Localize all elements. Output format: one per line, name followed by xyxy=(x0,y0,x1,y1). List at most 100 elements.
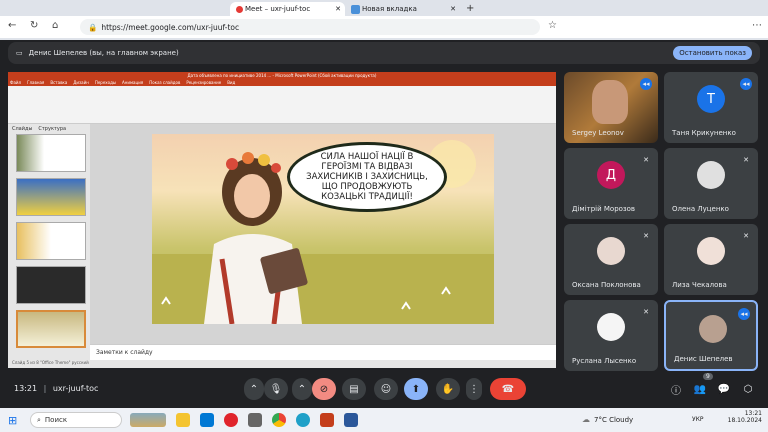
address-toolbar: ← ↻ ⌂ 🔒 https://meet.google.com/uxr-juuf… xyxy=(0,16,768,38)
avatar xyxy=(597,237,625,265)
mic-options-button[interactable]: ⌃ xyxy=(244,378,264,400)
mic-off-icon: ✕ xyxy=(643,156,649,164)
mic-button[interactable]: 🎙 xyxy=(264,378,288,400)
camera-options-button[interactable]: ⌃ xyxy=(292,378,312,400)
present-button[interactable]: ⬆ xyxy=(404,378,428,400)
app-icon[interactable] xyxy=(200,413,214,427)
slide-editor: СИЛА НАШОЇ НАЦІЇ В ГЕРОЇЗМІ ТА ВІДВАЗІ З… xyxy=(90,124,556,344)
participant-tile[interactable]: Д ✕ Дімітрій Морозов xyxy=(564,148,658,219)
speaking-icon: ◂◂ xyxy=(640,78,652,90)
chrome-icon[interactable] xyxy=(272,413,286,427)
edge-icon[interactable] xyxy=(296,413,310,427)
url-input[interactable]: 🔒 https://meet.google.com/uxr-juuf-toc xyxy=(80,19,540,35)
meet-favicon-icon xyxy=(236,5,243,13)
participant-tile[interactable]: ✕ Олена Луценко xyxy=(664,148,758,219)
app-icon[interactable] xyxy=(248,413,262,427)
tab-outline[interactable]: Структура xyxy=(38,126,66,132)
participant-tile[interactable]: ◂◂ Sergey Leonov xyxy=(564,72,658,143)
tab-label: Новая вкладка xyxy=(362,5,417,13)
slide-thumbnail[interactable] xyxy=(16,134,86,172)
powerpoint-icon[interactable] xyxy=(320,413,334,427)
language-indicator[interactable]: УКР xyxy=(692,416,704,423)
ppt-menu-item[interactable]: Рецензирование xyxy=(186,80,221,86)
shared-screen: Дата объявлена по инициативе 2014 ... - … xyxy=(8,72,556,368)
search-icon: ⌕ xyxy=(37,415,41,424)
refresh-icon[interactable]: ↻ xyxy=(30,20,38,31)
slide-thumbnail[interactable] xyxy=(16,310,86,348)
taskbar-search[interactable]: ⌕ Поиск xyxy=(30,412,122,428)
participant-tile[interactable]: ✕ Лиза Чекалова xyxy=(664,224,758,295)
avatar xyxy=(697,237,725,265)
current-slide[interactable]: СИЛА НАШОЇ НАЦІЇ В ГЕРОЇЗМІ ТА ВІДВАЗІ З… xyxy=(152,134,494,324)
close-icon[interactable]: ✕ xyxy=(450,5,456,13)
participant-tile-self[interactable]: ◂◂ Денис Шепелев xyxy=(664,300,758,371)
leave-call-button[interactable]: ☎ xyxy=(490,378,526,400)
ppt-menu-item[interactable]: Главная xyxy=(27,80,44,86)
stop-presenting-button[interactable]: Остановить показ xyxy=(673,46,752,60)
tab-meet[interactable]: Meet – uxr-juuf-toc ✕ xyxy=(230,2,345,16)
ppt-menu-item[interactable]: Дизайн xyxy=(73,80,89,86)
file-explorer-icon[interactable] xyxy=(176,413,190,427)
slide-notes[interactable]: Заметки к слайду xyxy=(90,344,556,360)
presenting-text: Денис Шепелев (вы, на главном экране) xyxy=(28,49,179,57)
system-clock[interactable]: 13:21 18.10.2024 xyxy=(728,410,762,424)
camera-off-button[interactable]: ⊘ xyxy=(312,378,336,400)
participant-name: Олена Луценко xyxy=(672,205,729,213)
ppt-menu-item[interactable]: Переходы xyxy=(95,80,116,86)
slide-thumbnail[interactable] xyxy=(16,222,86,260)
weather-icon: ☁ xyxy=(582,415,590,424)
ppt-menu-item[interactable]: Показ слайдов xyxy=(149,80,180,86)
menu-icon[interactable]: ⋯ xyxy=(752,20,762,31)
participant-name: Руслана Лысенко xyxy=(572,357,637,365)
participant-tile[interactable]: Т ◂◂ Таня Крикуненко xyxy=(664,72,758,143)
captions-button[interactable]: ▤ xyxy=(342,378,366,400)
info-icon[interactable]: ⓘ xyxy=(664,378,688,400)
star-icon[interactable]: ☆ xyxy=(548,20,557,31)
participant-name: Оксана Поклонова xyxy=(572,281,641,289)
avatar xyxy=(697,161,725,189)
participant-video xyxy=(592,80,628,124)
participant-name: Дімітрій Морозов xyxy=(572,205,636,213)
meeting-info: 13:21 | uxr-juuf-toc xyxy=(14,384,99,393)
new-tab-icon[interactable]: + xyxy=(466,3,474,14)
tab-strip: Meet – uxr-juuf-toc ✕ Новая вкладка ✕ + xyxy=(0,0,768,16)
speaking-icon: ◂◂ xyxy=(738,308,750,320)
raise-hand-button[interactable]: ✋ xyxy=(436,378,460,400)
home-icon[interactable]: ⌂ xyxy=(52,20,58,31)
chat-icon[interactable]: 💬 xyxy=(712,378,736,400)
tab-new[interactable]: Новая вкладка ✕ xyxy=(345,2,460,16)
browser-chrome: Meet – uxr-juuf-toc ✕ Новая вкладка ✕ + … xyxy=(0,0,768,40)
emoji-button[interactable]: ☺ xyxy=(374,378,398,400)
ppt-menu-item[interactable]: Анимация xyxy=(122,80,143,86)
tab-slides[interactable]: Слайды xyxy=(12,126,32,132)
ppt-menu-item[interactable]: Файл xyxy=(10,80,21,86)
activities-icon[interactable]: ⬡ xyxy=(736,378,760,400)
avatar xyxy=(699,315,727,343)
slide-thumbnail[interactable] xyxy=(16,266,86,304)
participant-tile[interactable]: ✕ Оксана Поклонова xyxy=(564,224,658,295)
mic-off-icon: ✕ xyxy=(643,232,649,240)
slide-thumbnail[interactable] xyxy=(16,178,86,216)
widgets-icon[interactable] xyxy=(130,413,166,427)
close-icon[interactable]: ✕ xyxy=(335,5,341,13)
opera-icon[interactable] xyxy=(224,413,238,427)
meeting-time: 13:21 xyxy=(14,384,38,393)
avatar: Д xyxy=(597,161,625,189)
ppt-menu-item[interactable]: Вид xyxy=(227,80,235,86)
participant-tile[interactable]: ✕ Руслана Лысенко xyxy=(564,300,658,371)
meet-window: ▭ Денис Шепелев (вы, на главном экране) … xyxy=(0,40,768,408)
back-icon[interactable]: ← xyxy=(8,20,16,31)
new-tab-favicon-icon xyxy=(351,4,360,14)
word-icon[interactable] xyxy=(344,413,358,427)
participant-name: Sergey Leonov xyxy=(572,129,624,137)
meeting-code: uxr-juuf-toc xyxy=(52,384,99,393)
people-icon[interactable]: 👥 xyxy=(688,378,712,400)
windows-start-icon[interactable]: ⊞ xyxy=(8,414,17,427)
slide-thumbnail-pane: Слайды Структура xyxy=(8,124,90,368)
participant-name: Денис Шепелев xyxy=(674,355,733,363)
speech-bubble: СИЛА НАШОЇ НАЦІЇ В ГЕРОЇЗМІ ТА ВІДВАЗІ З… xyxy=(287,142,447,212)
ppt-menu-item[interactable]: Вставка xyxy=(50,80,67,86)
mic-off-icon: ✕ xyxy=(743,232,749,240)
participant-name: Таня Крикуненко xyxy=(672,129,736,137)
more-options-button[interactable]: ⋮ xyxy=(466,378,482,400)
